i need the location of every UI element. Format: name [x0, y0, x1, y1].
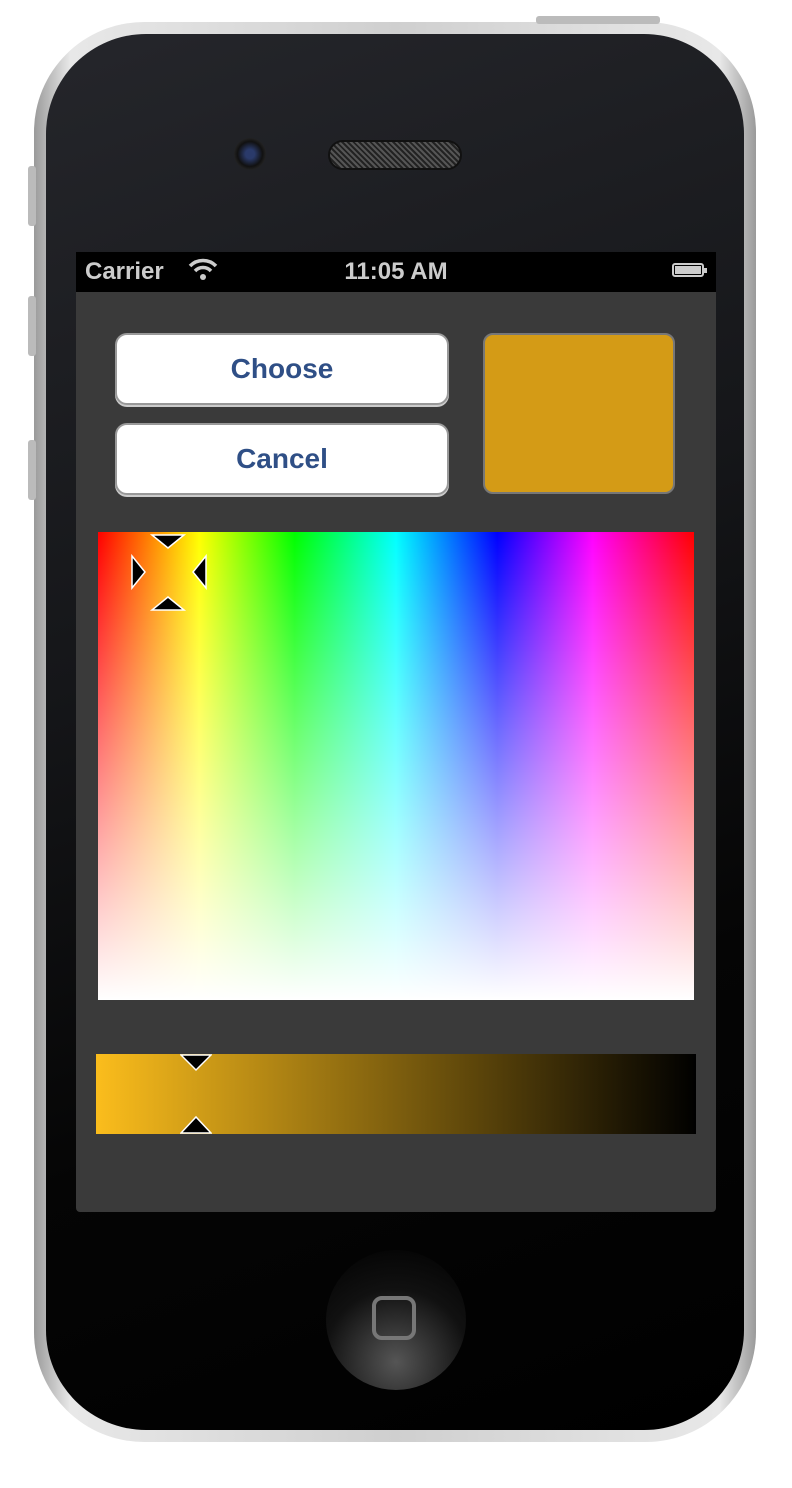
camera-icon	[234, 138, 266, 170]
mute-switch	[28, 166, 36, 226]
home-square-icon	[372, 1296, 416, 1340]
status-time: 11:05 AM	[344, 258, 448, 285]
power-button	[536, 16, 660, 24]
battery-icon	[672, 263, 707, 277]
volume-down-button	[28, 440, 36, 500]
speaker-grille	[328, 140, 462, 170]
choose-button[interactable]: Choose	[115, 333, 449, 405]
selected-color-swatch	[483, 333, 675, 494]
crosshair-icon[interactable]	[130, 534, 208, 612]
cancel-button[interactable]: Cancel	[115, 423, 449, 495]
status-bar: Carrier 11:05 AM	[76, 252, 716, 292]
volume-up-button	[28, 296, 36, 356]
brightness-marker-icon[interactable]	[180, 1054, 212, 1134]
